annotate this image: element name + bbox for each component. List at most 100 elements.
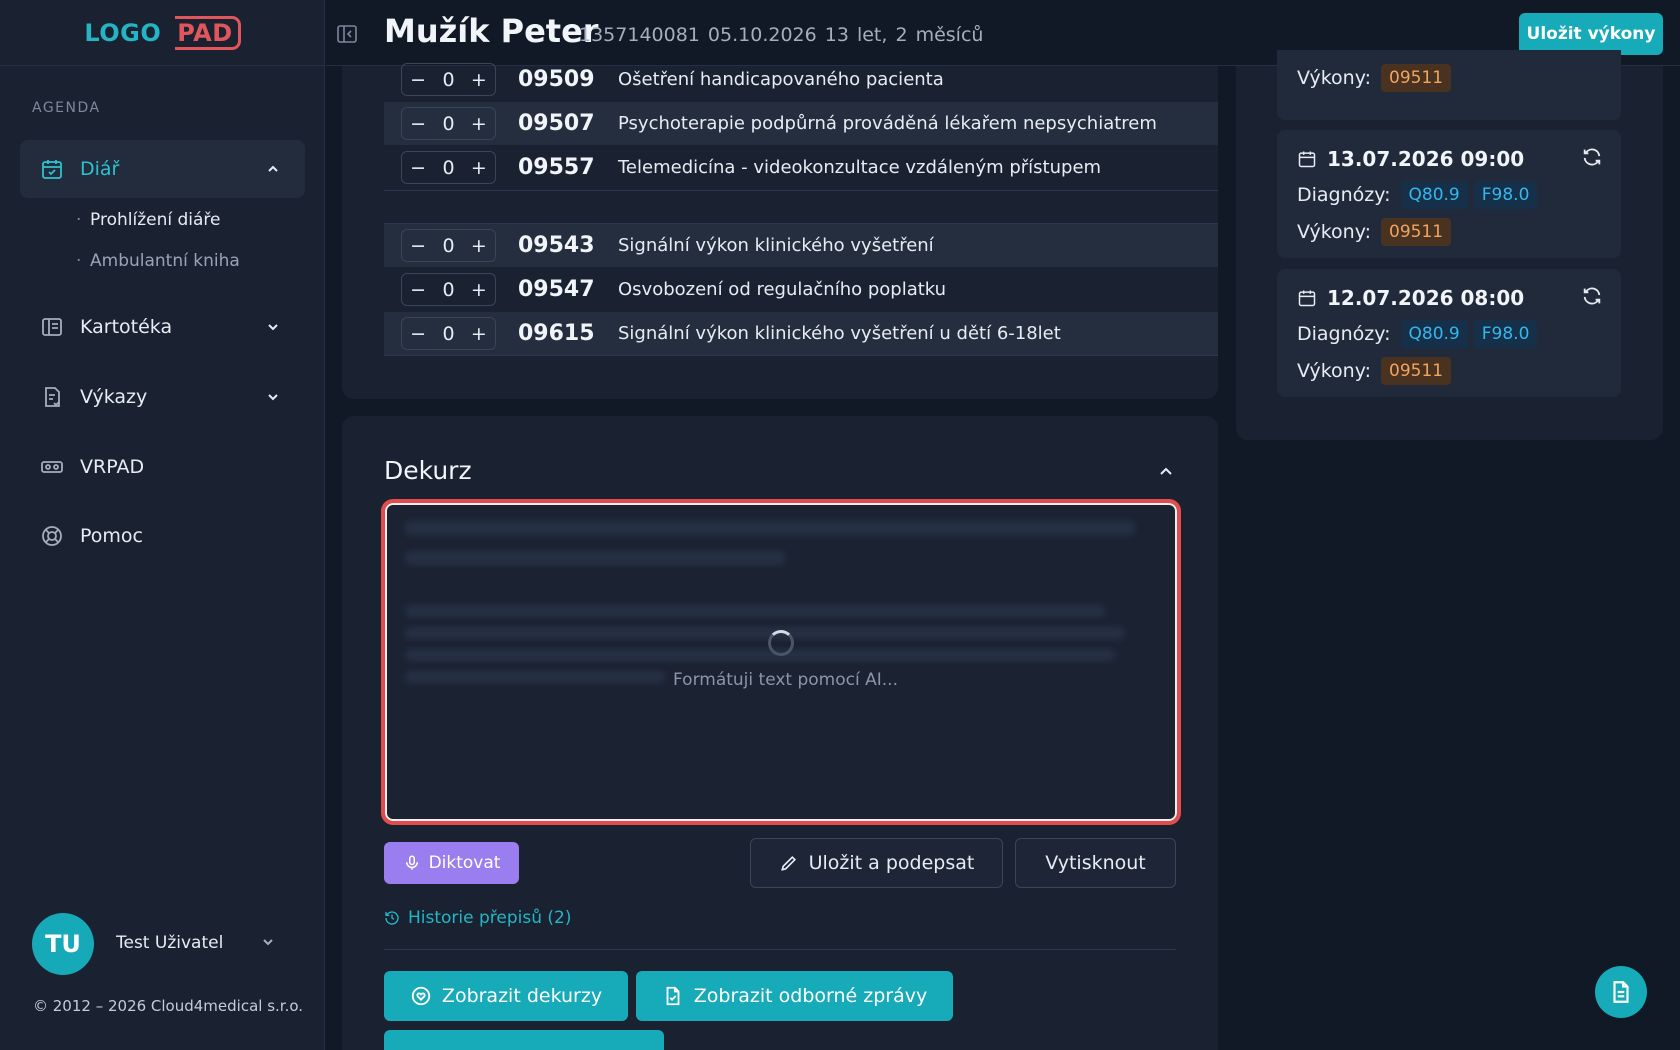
loading-spinner-icon: [768, 630, 794, 656]
dictate-label: Diktovat: [428, 853, 501, 873]
sidebar-collapse-icon[interactable]: [336, 23, 358, 45]
nav-item-vykazy[interactable]: Výkazy: [20, 368, 305, 426]
report-icon: [45, 387, 60, 407]
quantity-stepper[interactable]: −0 +: [401, 63, 496, 96]
code-number: 09557: [518, 155, 595, 180]
diagnosis-tag: F98.0: [1473, 320, 1538, 348]
calendar-check-icon: [42, 160, 62, 179]
code-row: −0 + 09547 Osvobození od regulačního popl…: [384, 268, 1218, 311]
user-name[interactable]: Test Uživatel: [116, 933, 223, 953]
save-vykony-button[interactable]: Uložit výkony: [1519, 13, 1663, 55]
show-reports-button[interactable]: Zobrazit odborné zprávy: [636, 971, 953, 1021]
minus-button[interactable]: −: [410, 157, 426, 179]
dictate-button[interactable]: Diktovat: [384, 842, 519, 884]
quantity-value: 0: [442, 234, 455, 257]
visit-date: 13.07.2026 09:00: [1297, 147, 1524, 171]
vykony-row: Výkony: 09511: [1297, 218, 1452, 246]
code-row: −0 + 09507 Psychoterapie podpůrná provádě…: [384, 102, 1218, 145]
code-row: −0 + 09543 Signální výkon klinického vyše…: [384, 224, 1218, 267]
code-number: 09509: [518, 67, 595, 92]
code-row: −0 + 09615 Signální výkon klinického vyše…: [384, 312, 1218, 355]
chevron-down-icon[interactable]: [258, 932, 278, 952]
nav-item-vrpad[interactable]: VRPAD: [20, 438, 305, 496]
logo-text: LOGO PAD: [84, 15, 241, 50]
code-description: Psychoterapie podpůrná prováděná lékařem…: [618, 113, 1157, 134]
code-row: −0 + 09509 Ošetření handicapovaného pacie…: [384, 58, 1218, 101]
divider: [384, 190, 1218, 191]
show-dekurzy-button[interactable]: Zobrazit dekurzy: [384, 971, 628, 1021]
divider: [384, 949, 1176, 950]
subnav-item-prohlizeni-diare[interactable]: Prohlížení diáře: [76, 210, 221, 230]
code-description: Signální výkon klinického vyšetření: [618, 235, 934, 256]
calendar-icon: [1298, 151, 1316, 168]
plus-button[interactable]: +: [471, 323, 487, 345]
document-fab-button[interactable]: [1595, 966, 1647, 1018]
subnav-item-ambulantni-kniha[interactable]: Ambulantní kniha: [76, 251, 240, 271]
refresh-icon[interactable]: [1581, 146, 1603, 168]
microphone-icon: [405, 855, 418, 870]
quantity-stepper[interactable]: −0 +: [401, 317, 496, 350]
save-and-sign-button[interactable]: Uložit a podepsat: [750, 838, 1003, 888]
minus-button[interactable]: −: [410, 323, 426, 345]
plus-button[interactable]: +: [471, 69, 487, 91]
quantity-stepper[interactable]: −0 +: [401, 273, 496, 306]
minus-button[interactable]: −: [410, 113, 426, 135]
diagnosis-tag: Q80.9: [1400, 181, 1468, 209]
quantity-stepper[interactable]: −0 +: [401, 229, 496, 262]
chevron-down-icon[interactable]: [263, 317, 283, 337]
nav-item-kartoteka[interactable]: Kartotéka: [20, 298, 305, 356]
sign-label: Uložit a podepsat: [808, 852, 975, 874]
code-number: 09615: [518, 321, 595, 346]
nav-label: Výkazy: [80, 386, 148, 408]
vykony-row: Výkony: 09511: [1297, 64, 1452, 92]
plus-button[interactable]: +: [471, 113, 487, 135]
code-description: Ošetření handicapovaného pacienta: [618, 69, 944, 90]
visit-card[interactable]: Výkony: 09511: [1277, 50, 1621, 120]
subnav-label: Prohlížení diáře: [90, 210, 221, 230]
plus-button[interactable]: +: [471, 235, 487, 257]
visit-card[interactable]: 13.07.2026 09:00 Diagnózy: Q80.9 F98.0 V…: [1277, 130, 1621, 258]
vykony-row: Výkony: 09511: [1297, 357, 1452, 385]
diagnoses-label: Diagnózy:: [1297, 184, 1391, 206]
plus-button[interactable]: +: [471, 279, 487, 301]
partial-button[interactable]: [384, 1030, 664, 1050]
divider: [384, 355, 1218, 356]
vykon-tag: 09511: [1381, 218, 1452, 246]
code-number: 09507: [518, 111, 595, 136]
document-check-icon: [666, 986, 680, 1006]
history-icon: [385, 911, 399, 925]
chevron-up-icon[interactable]: [263, 159, 283, 179]
subnav-label: Ambulantní kniha: [90, 251, 240, 271]
dekurz-editor[interactable]: [381, 499, 1181, 825]
vykony-label: Výkony:: [1297, 221, 1371, 243]
minus-button[interactable]: −: [410, 69, 426, 91]
logo[interactable]: LOGO PAD: [0, 0, 325, 66]
vr-headset-icon: [41, 461, 63, 473]
quantity-stepper[interactable]: −0 +: [401, 107, 496, 140]
refresh-icon[interactable]: [1581, 285, 1603, 307]
minus-button[interactable]: −: [410, 235, 426, 257]
visit-date: 12.07.2026 08:00: [1297, 286, 1524, 310]
vykon-tag: 09511: [1381, 64, 1452, 92]
nav-item-pomoc[interactable]: Pomoc: [20, 507, 305, 565]
diagnoses-row: Diagnózy: Q80.9 F98.0: [1297, 181, 1538, 209]
chevron-down-icon[interactable]: [263, 387, 283, 407]
plus-button[interactable]: +: [471, 157, 487, 179]
logo-left: LOGO: [84, 18, 162, 47]
vykony-label: Výkony:: [1297, 360, 1371, 382]
diagnosis-tag: Q80.9: [1400, 320, 1468, 348]
quantity-value: 0: [442, 322, 455, 345]
diagnosis-tag: F98.0: [1473, 181, 1538, 209]
visit-date-text: 12.07.2026 08:00: [1327, 286, 1525, 310]
diagnoses-label: Diagnózy:: [1297, 323, 1391, 345]
code-description: Osvobození od regulačního poplatku: [618, 279, 947, 300]
chevron-up-icon[interactable]: [1155, 460, 1177, 482]
code-description: Telemedicína - videokonzultace vzdáleným…: [618, 157, 1102, 178]
quantity-stepper[interactable]: −0 +: [401, 151, 496, 184]
visit-card[interactable]: 12.07.2026 08:00 Diagnózy: Q80.9 F98.0 V…: [1277, 269, 1621, 397]
minus-button[interactable]: −: [410, 279, 426, 301]
nav-item-diar[interactable]: Diář: [20, 140, 305, 198]
history-link[interactable]: Historie přepisů (2): [384, 908, 572, 928]
avatar[interactable]: TU: [32, 913, 94, 975]
print-button[interactable]: Vytisknout: [1015, 838, 1176, 888]
